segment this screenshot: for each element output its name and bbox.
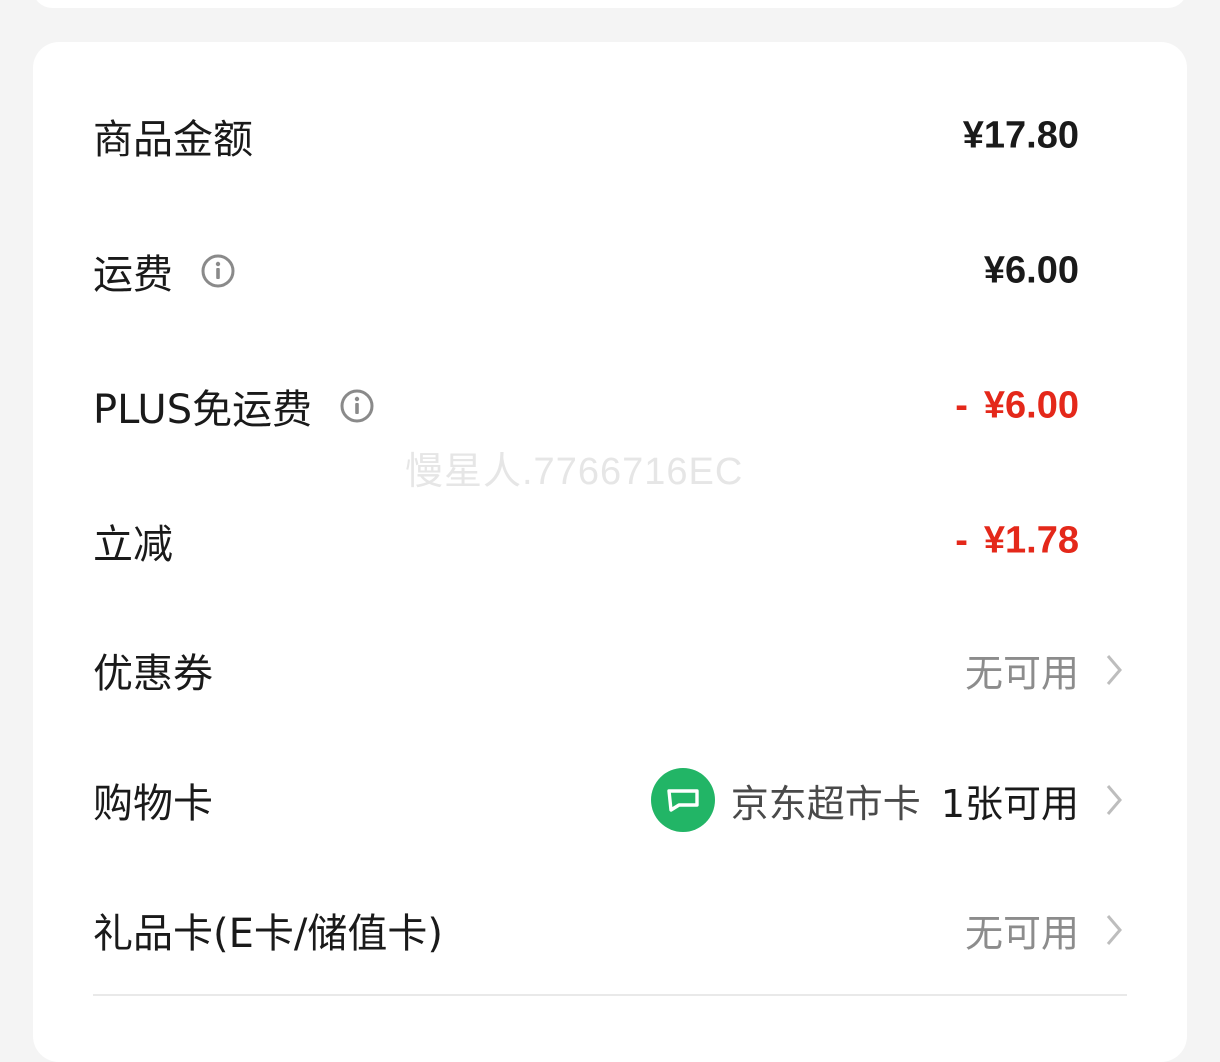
goods-amount-row: 商品金额 ¥17.80 [33,96,1187,176]
discount-amount: ¥6.00 [983,384,1079,427]
discount-amount: ¥1.78 [983,519,1079,562]
plus-free-shipping-label: PLUS免运费 [93,387,313,433]
goods-amount-label: 商品金额 [93,117,253,163]
shipping-row: 运费 ¥6.00 [33,231,1187,311]
gift-card-row[interactable]: 礼品卡(E卡/储值卡) 无可用 [33,890,1187,970]
minus-sign: - [955,384,968,427]
coupon-row[interactable]: 优惠券 无可用 [33,630,1187,710]
gift-card-status: 无可用 [964,911,1079,956]
supermarket-card-icon [650,768,715,832]
instant-discount-row: 立减 - ¥1.78 [33,501,1187,581]
goods-amount-value: ¥17.80 [962,114,1079,157]
chevron-right-icon [1106,915,1122,945]
previous-section-card [33,0,1187,8]
shopping-card-name: 京东超市卡 [730,781,921,826]
shipping-value: ¥6.00 [983,249,1079,292]
plus-free-shipping-value: - ¥6.00 [955,385,1079,428]
order-summary-card: 商品金额 ¥17.80 运费 ¥6.00 PLUS免运费 - ¥6.00 立减 … [33,42,1187,1062]
info-icon[interactable] [340,389,374,423]
chevron-right-icon [1106,655,1122,685]
plus-free-shipping-row: PLUS免运费 - ¥6.00 [33,366,1187,446]
chevron-right-icon [1106,785,1122,815]
divider [93,994,1127,996]
shopping-card-label: 购物卡 [93,781,213,827]
info-icon[interactable] [201,254,235,288]
shopping-card-row[interactable]: 购物卡 京东超市卡 1张可用 [33,760,1187,840]
gift-card-label: 礼品卡(E卡/储值卡) [93,911,443,957]
instant-discount-label: 立减 [93,522,173,568]
shipping-label: 运费 [93,252,173,298]
instant-discount-value: - ¥1.78 [955,520,1079,563]
coupon-label: 优惠券 [93,651,213,697]
minus-sign: - [955,519,968,562]
shopping-card-count: 1张可用 [940,781,1079,826]
watermark: 慢星人.7766716EC [405,451,744,493]
coupon-status: 无可用 [964,651,1079,696]
